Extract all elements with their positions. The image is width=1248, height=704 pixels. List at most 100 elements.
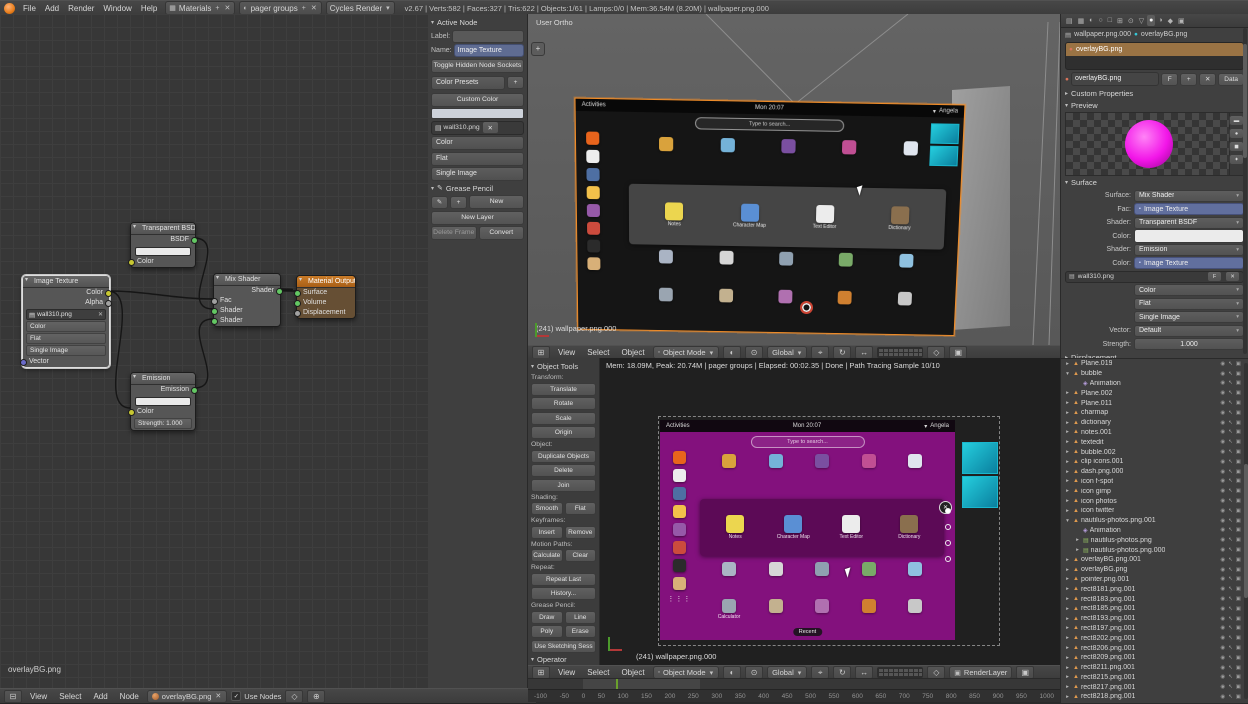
tool-button-draw[interactable]: Draw bbox=[531, 611, 563, 624]
app-cell[interactable] bbox=[894, 599, 938, 620]
app-cell[interactable] bbox=[758, 252, 815, 267]
expand-icon[interactable]: ▸ bbox=[1064, 567, 1071, 573]
outliner-row[interactable]: ▸▲rect8217.png.001◉↖▣ bbox=[1061, 682, 1248, 692]
outliner-row[interactable]: ▸▲notes.001◉↖▣ bbox=[1061, 428, 1248, 438]
image-datablock[interactable]: ▤wall310.png✕ bbox=[26, 309, 106, 320]
custom-color-button[interactable]: Custom Color bbox=[431, 93, 524, 107]
node-field-color[interactable]: Color bbox=[26, 321, 106, 332]
timeline[interactable]: -100-50050100150200250300350400450500550… bbox=[528, 678, 1060, 702]
selectable-icon[interactable]: ↖ bbox=[1228, 488, 1233, 494]
selectable-icon[interactable]: ↖ bbox=[1228, 557, 1233, 563]
outliner-row[interactable]: ▸▲rect8181.png.001◉↖▣ bbox=[1061, 584, 1248, 594]
dock-app-icon[interactable] bbox=[586, 186, 599, 199]
expand-icon[interactable]: ▸ bbox=[1064, 390, 1071, 396]
folder-app-cell[interactable]: Dictionary bbox=[869, 206, 930, 232]
row-value[interactable]: Flat▾ bbox=[1134, 298, 1244, 310]
renderable-icon[interactable]: ▣ bbox=[1236, 459, 1241, 465]
tool-button-remove[interactable]: Remove bbox=[565, 526, 597, 539]
editor-type-icon[interactable]: ⊟ bbox=[4, 690, 22, 703]
visibility-icon[interactable]: ◉ bbox=[1220, 527, 1225, 533]
app-cell[interactable] bbox=[707, 562, 751, 576]
node-image-texture[interactable]: Image TextureColorAlpha▤wall310.png✕Colo… bbox=[22, 275, 110, 368]
app-cell[interactable] bbox=[707, 454, 751, 468]
renderable-icon[interactable]: ▣ bbox=[1236, 645, 1241, 651]
outliner-row[interactable]: ▸▲dictionary◉↖▣ bbox=[1061, 418, 1248, 428]
expand-icon[interactable]: ▸ bbox=[1064, 616, 1071, 622]
selectable-icon[interactable]: ↖ bbox=[1228, 518, 1233, 524]
renderable-icon[interactable]: ▣ bbox=[1236, 625, 1241, 631]
renderable-icon[interactable]: ▣ bbox=[1236, 508, 1241, 514]
row-value[interactable]: ▪Image Texture bbox=[1134, 203, 1244, 215]
panel-custom-properties[interactable]: ▸ Custom Properties bbox=[1061, 88, 1248, 99]
app-cell[interactable] bbox=[894, 562, 938, 576]
renderable-icon[interactable]: ▣ bbox=[1236, 694, 1241, 700]
panel-active-node[interactable]: ▾ Active Node bbox=[431, 17, 524, 28]
outliner-row[interactable]: ▸▲overlayBG.png.001◉↖▣ bbox=[1061, 555, 1248, 565]
row-value[interactable]: 1.000 bbox=[1134, 338, 1244, 350]
add-scene-icon[interactable]: + bbox=[301, 5, 307, 12]
outliner-row[interactable]: ▸▲rect8215.png.001◉↖▣ bbox=[1061, 673, 1248, 683]
tool-button-join[interactable]: Join bbox=[531, 479, 596, 492]
tab-object[interactable]: □ bbox=[1106, 15, 1114, 26]
renderable-icon[interactable]: ▣ bbox=[1236, 439, 1241, 445]
tool-button-line[interactable]: Line bbox=[565, 611, 597, 624]
viewport-menu-select[interactable]: Select bbox=[583, 668, 613, 677]
dock-app-icon[interactable] bbox=[673, 487, 686, 500]
row-value[interactable]: Emission▾ bbox=[1134, 244, 1244, 256]
socket-shader[interactable] bbox=[211, 318, 218, 325]
outliner-row[interactable]: ▸▲rect8183.png.001◉↖▣ bbox=[1061, 594, 1248, 604]
outliner-row[interactable]: ▸▲Plane.019◉↖▣ bbox=[1061, 359, 1248, 369]
preview-type-icon[interactable]: ◼ bbox=[1229, 141, 1244, 152]
socket-vector[interactable] bbox=[20, 359, 27, 366]
menu-help[interactable]: Help bbox=[137, 4, 161, 13]
expand-icon[interactable]: ▸ bbox=[1064, 684, 1071, 690]
activities-button[interactable]: Activities bbox=[582, 102, 606, 109]
node-material-output[interactable]: Material OutputSurfaceVolumeDisplacement bbox=[296, 275, 356, 319]
visibility-icon[interactable]: ◉ bbox=[1220, 400, 1225, 406]
expand-icon[interactable]: ▸ bbox=[1064, 488, 1071, 494]
dock-app-icon[interactable] bbox=[673, 577, 686, 590]
node-menu-node[interactable]: Node bbox=[116, 692, 143, 701]
tool-button-delete[interactable]: Delete bbox=[531, 464, 596, 477]
node-menu-view[interactable]: View bbox=[26, 692, 51, 701]
visibility-icon[interactable]: ◉ bbox=[1220, 684, 1225, 690]
app-cell[interactable] bbox=[800, 454, 844, 468]
workspace-thumbnail[interactable] bbox=[930, 123, 959, 144]
renderable-icon[interactable]: ▣ bbox=[1236, 380, 1241, 386]
dock-app-icon[interactable] bbox=[586, 168, 599, 181]
selectable-icon[interactable]: ↖ bbox=[1228, 645, 1233, 651]
dock-app-icon[interactable] bbox=[673, 451, 686, 464]
dock-app-icon[interactable] bbox=[673, 469, 686, 482]
expand-icon[interactable]: ▸ bbox=[1064, 449, 1071, 455]
renderable-icon[interactable]: ▣ bbox=[1236, 488, 1241, 494]
layers-widget[interactable] bbox=[877, 667, 923, 678]
outliner-row[interactable]: ▸▲icon gimp◉↖▣ bbox=[1061, 486, 1248, 496]
user-menu[interactable]: ▾Angela bbox=[933, 107, 958, 115]
delete-scene-icon[interactable]: ✕ bbox=[310, 4, 318, 12]
renderable-icon[interactable]: ▣ bbox=[1236, 371, 1241, 377]
color-swatch[interactable] bbox=[135, 397, 191, 406]
selectable-icon[interactable]: ↖ bbox=[1228, 459, 1233, 465]
expand-icon[interactable]: ▸ bbox=[1064, 498, 1071, 504]
selectable-icon[interactable]: ↖ bbox=[1228, 449, 1233, 455]
draw-icon[interactable]: ✎ bbox=[431, 196, 448, 209]
renderable-icon[interactable]: ▣ bbox=[1236, 665, 1241, 671]
expand-icon[interactable]: ▸ bbox=[1064, 410, 1071, 416]
selectable-icon[interactable]: ↖ bbox=[1228, 429, 1233, 435]
selectable-icon[interactable]: ↖ bbox=[1228, 694, 1233, 700]
tab-render[interactable]: ▤ bbox=[1064, 15, 1075, 26]
expand-icon[interactable]: ▸ bbox=[1064, 606, 1071, 612]
socket-displacement[interactable] bbox=[294, 310, 301, 317]
renderable-icon[interactable]: ▣ bbox=[1236, 684, 1241, 690]
scrollbar[interactable] bbox=[1243, 28, 1247, 354]
row-value[interactable]: Transparent BSDF▾ bbox=[1134, 217, 1244, 229]
toolshelf-expand-icon[interactable]: + bbox=[531, 42, 545, 56]
visibility-icon[interactable]: ◉ bbox=[1220, 469, 1225, 475]
expand-icon[interactable]: ▸ bbox=[1064, 694, 1071, 700]
app-cell[interactable] bbox=[894, 454, 938, 468]
add-layout-icon[interactable]: + bbox=[214, 5, 220, 12]
outliner-row[interactable]: ▸▲bubble.002◉↖▣ bbox=[1061, 447, 1248, 457]
viewport-3d-bottom[interactable]: ▾ Object Tools Transform:TranslateRotate… bbox=[528, 358, 1060, 665]
close-icon[interactable]: ✕ bbox=[98, 311, 103, 318]
tool-button-insert[interactable]: Insert bbox=[531, 526, 563, 539]
